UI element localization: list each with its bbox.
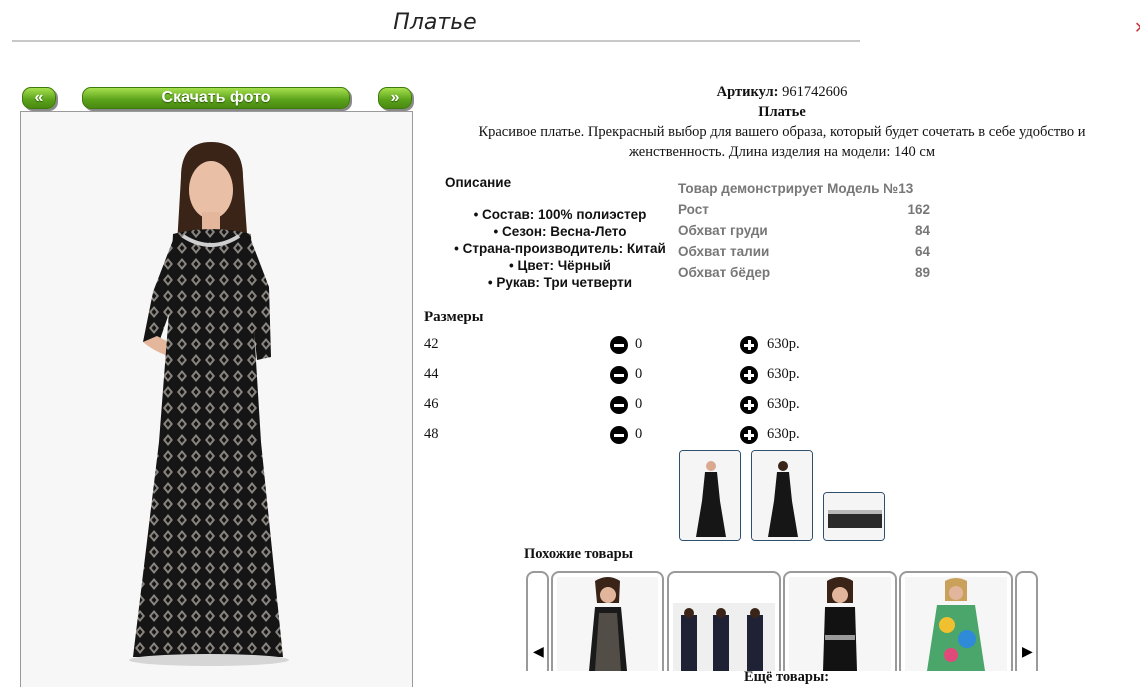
model-title: Товар демонстрирует Модель №13 xyxy=(678,181,930,202)
model-row: Рост 162 xyxy=(678,202,930,223)
size-label: 44 xyxy=(424,366,439,382)
carousel-next-button[interactable]: ▶ xyxy=(1015,571,1038,671)
model-row-label: Обхват груди xyxy=(678,223,768,238)
size-label: 42 xyxy=(424,336,439,352)
thumbnail-image xyxy=(752,451,812,540)
next-photo-button[interactable]: » xyxy=(378,87,412,109)
size-row: 42 0 630р. xyxy=(424,336,844,356)
model-row-value: 89 xyxy=(914,265,930,280)
plus-icon xyxy=(740,396,758,414)
product-name: Платье xyxy=(440,102,1124,122)
similar-product-image xyxy=(789,577,891,671)
detail-item: Страна-производитель: Китай xyxy=(440,240,680,257)
product-info: Артикул: 961742606 Платье Красивое плать… xyxy=(440,82,1124,162)
more-products-heading: Ещё товары: xyxy=(744,669,830,685)
dress-model-image xyxy=(21,112,412,687)
increase-button[interactable] xyxy=(740,426,758,444)
model-row: Обхват бёдер 89 xyxy=(678,265,930,286)
minus-icon xyxy=(610,426,628,444)
similar-product-image xyxy=(557,577,658,671)
model-row-label: Обхват бёдер xyxy=(678,265,771,280)
close-icon[interactable]: ✕ xyxy=(1134,18,1140,37)
detail-item: Цвет: Чёрный xyxy=(440,257,680,274)
model-row-value: 162 xyxy=(907,202,930,217)
similar-product-card[interactable] xyxy=(551,571,664,671)
thumbnail-detail[interactable] xyxy=(823,492,885,541)
minus-icon xyxy=(610,366,628,384)
skip-next-icon: ▶ xyxy=(1022,644,1033,660)
detail-item: Сезон: Весна-Лето xyxy=(440,223,680,240)
similar-products-heading: Похожие товары xyxy=(524,546,633,562)
quantity-value: 0 xyxy=(635,426,643,442)
details-list: Состав: 100% полиэстер Сезон: Весна-Лето… xyxy=(440,206,680,291)
size-label: 46 xyxy=(424,396,439,412)
skip-previous-icon: ◀ xyxy=(533,644,544,660)
similar-product-image xyxy=(905,577,1007,671)
article-value: 961742606 xyxy=(782,84,848,100)
model-row-value: 84 xyxy=(914,223,930,238)
model-row: Обхват талии 64 xyxy=(678,244,930,265)
quantity-value: 0 xyxy=(635,396,643,412)
previous-photo-button[interactable]: « xyxy=(22,87,56,109)
page-title: Платье xyxy=(393,10,477,35)
model-title-text: Товар демонстрирует Модель №13 xyxy=(678,181,914,196)
quantity-value: 0 xyxy=(635,366,643,382)
size-row: 48 0 630р. xyxy=(424,426,844,446)
thumbnail-back[interactable] xyxy=(751,450,813,541)
size-row: 46 0 630р. xyxy=(424,396,844,416)
model-row: Обхват груди 84 xyxy=(678,223,930,244)
product-description-line-1: Красивое платье. Прекрасный выбор для ва… xyxy=(478,124,1086,140)
carousel-prev-button[interactable]: ◀ xyxy=(526,571,549,671)
increase-button[interactable] xyxy=(740,366,758,384)
model-row-label: Обхват талии xyxy=(678,244,770,259)
sizes-heading: Размеры xyxy=(424,309,484,325)
decrease-button[interactable] xyxy=(610,426,628,444)
detail-item: Состав: 100% полиэстер xyxy=(440,206,680,223)
thumbnail-image xyxy=(824,493,884,540)
decrease-button[interactable] xyxy=(610,336,628,354)
minus-icon xyxy=(610,336,628,354)
product-description-line-2: женственность. Длина изделия на модели: … xyxy=(628,144,936,160)
quantity-value: 0 xyxy=(635,336,643,352)
increase-button[interactable] xyxy=(740,396,758,414)
size-row: 44 0 630р. xyxy=(424,366,844,386)
similar-product-card[interactable] xyxy=(783,571,897,671)
model-row-value: 64 xyxy=(914,244,930,259)
similar-product-card[interactable] xyxy=(667,571,781,671)
size-price: 630р. xyxy=(767,366,800,382)
similar-product-image xyxy=(673,603,775,671)
title-divider xyxy=(12,40,860,42)
thumbnail-image xyxy=(680,451,740,540)
product-name-text: Платье xyxy=(758,104,806,120)
similar-product-card[interactable] xyxy=(899,571,1013,671)
size-price: 630р. xyxy=(767,426,800,442)
article-line: Артикул: 961742606 xyxy=(440,82,1124,102)
model-measurements: Товар демонстрирует Модель №13 Рост 162 О… xyxy=(678,181,930,286)
minus-icon xyxy=(610,396,628,414)
decrease-button[interactable] xyxy=(610,396,628,414)
decrease-button[interactable] xyxy=(610,366,628,384)
details-heading: Описание xyxy=(445,175,512,190)
model-row-label: Рост xyxy=(678,202,709,217)
plus-icon xyxy=(740,366,758,384)
plus-icon xyxy=(740,426,758,444)
size-price: 630р. xyxy=(767,396,800,412)
download-photo-button[interactable]: Скачать фото xyxy=(82,87,350,109)
size-price: 630р. xyxy=(767,336,800,352)
increase-button[interactable] xyxy=(740,336,758,354)
size-label: 48 xyxy=(424,426,439,442)
thumbnail-front[interactable] xyxy=(679,450,741,541)
plus-icon xyxy=(740,336,758,354)
article-label: Артикул: xyxy=(716,84,779,100)
main-product-photo[interactable] xyxy=(20,111,413,687)
detail-item: Рукав: Три четверти xyxy=(440,274,680,291)
